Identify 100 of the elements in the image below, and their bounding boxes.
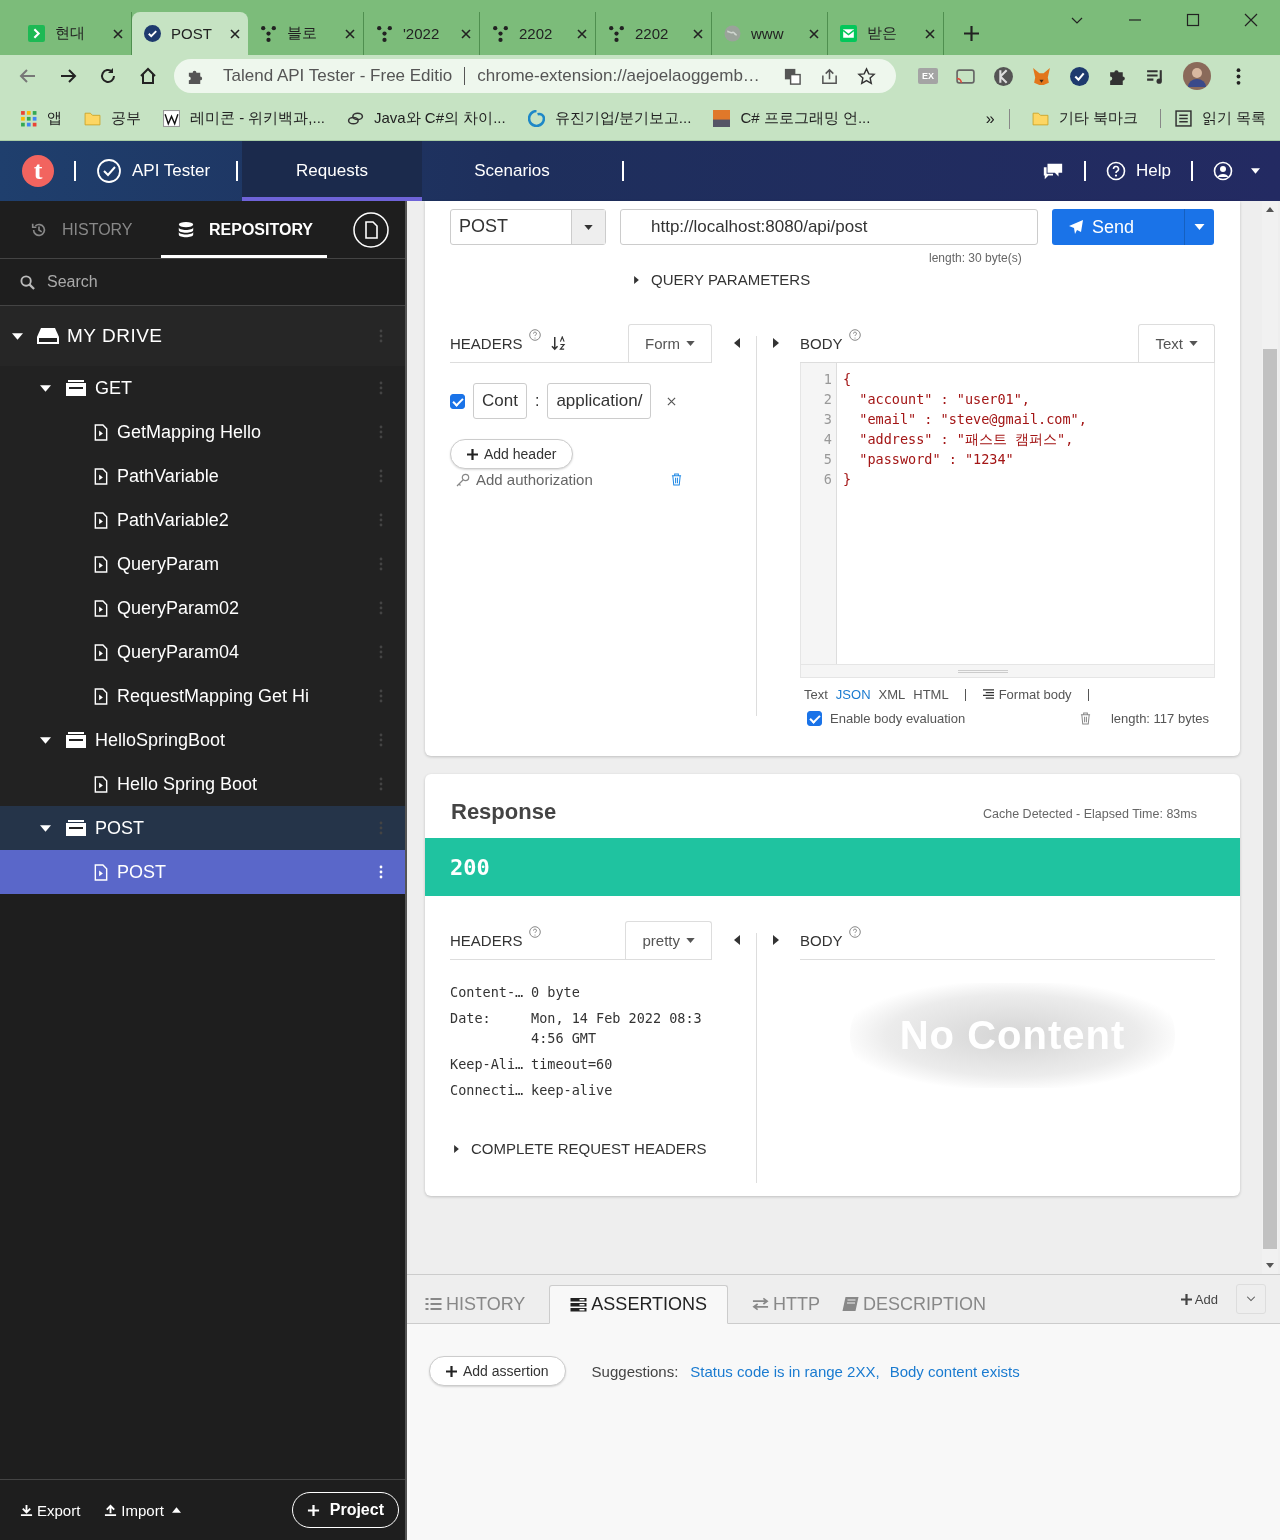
maximize-icon[interactable] [1186, 13, 1200, 27]
checkbox[interactable] [450, 393, 465, 409]
format-body-button[interactable]: Format body [981, 687, 1072, 702]
folder-item[interactable]: POST [0, 806, 405, 850]
caret-icon[interactable] [12, 330, 23, 342]
avatar[interactable] [1183, 62, 1211, 90]
mode-dropdown[interactable]: pretty [625, 921, 712, 959]
header-value-field[interactable]: application/ [547, 383, 652, 419]
browser-tab[interactable]: POST [132, 12, 248, 55]
nav-tab[interactable]: Scenarios [422, 141, 602, 201]
panel-tab[interactable]: ASSERTIONS [549, 1285, 729, 1324]
sidebar-tab[interactable]: HISTORY [30, 201, 161, 258]
request-item[interactable]: QueryParam04 [0, 630, 405, 674]
trash-icon[interactable] [671, 473, 682, 486]
bookmark[interactable]: 유진기업/분기보고... [527, 109, 692, 128]
collapse-left-icon[interactable] [733, 935, 740, 945]
star-icon[interactable] [857, 66, 876, 86]
resize-handle[interactable] [801, 664, 1214, 677]
help-icon[interactable] [848, 329, 861, 341]
fox-icon[interactable] [1031, 65, 1052, 87]
bookmark[interactable]: Java와 C#의 차이... [347, 109, 506, 128]
close-icon[interactable] [925, 28, 935, 39]
sort-icon[interactable] [550, 335, 566, 351]
close-icon[interactable] [693, 28, 703, 39]
browser-tab[interactable]: www [712, 12, 828, 55]
browser-tab[interactable]: 블로 [248, 12, 364, 55]
caret-icon[interactable] [40, 734, 51, 746]
close-icon[interactable] [1244, 13, 1258, 27]
send-options-button[interactable] [1184, 209, 1214, 245]
add-authorization-link[interactable]: Add authorization [456, 471, 671, 488]
format-option[interactable]: JSON [835, 687, 871, 702]
folder-item[interactable]: MY DRIVE [0, 306, 405, 366]
bookmark[interactable]: 공부 [84, 109, 141, 128]
close-icon[interactable] [345, 28, 355, 39]
request-item[interactable]: PathVariable2 [0, 498, 405, 542]
help-link[interactable]: Help [1106, 161, 1171, 181]
bookmark[interactable]: 레미콘 - 위키백과,... [163, 109, 325, 128]
bookmark[interactable]: 기타 북마크 [1031, 109, 1138, 128]
format-option[interactable]: XML [878, 687, 906, 702]
send-button[interactable]: Send [1052, 209, 1184, 245]
close-icon[interactable] [230, 28, 240, 39]
add-assertion-button[interactable]: Add assertion [429, 1356, 566, 1386]
export-button[interactable]: Export [20, 1501, 81, 1519]
more-bookmarks-button[interactable]: » [985, 109, 995, 128]
caret-down-icon[interactable] [1251, 168, 1260, 174]
bookmark[interactable]: 읽기 목록 [1159, 109, 1266, 128]
expand-right-icon[interactable] [772, 935, 779, 945]
suggestion-link[interactable]: Status code is in range 2XX, [690, 1362, 880, 1380]
caret-icon[interactable] [40, 822, 51, 834]
request-item[interactable]: QueryParam [0, 542, 405, 586]
bookmark[interactable]: 앱 [20, 109, 62, 128]
share-icon[interactable] [820, 66, 839, 86]
add-header-button[interactable]: Add header [450, 439, 574, 469]
mode-dropdown[interactable]: Text [1138, 324, 1215, 362]
home-icon[interactable] [138, 66, 158, 86]
translate-icon[interactable] [783, 66, 802, 86]
reload-icon[interactable] [98, 66, 118, 86]
close-icon[interactable] [667, 396, 677, 406]
bookmark[interactable]: C# 프로그래밍 언... [713, 109, 871, 128]
format-option[interactable]: Text [804, 687, 828, 702]
close-icon[interactable] [113, 28, 123, 39]
close-icon[interactable] [461, 28, 471, 39]
code-editor[interactable]: 1 2 3 4 5 6 { "account" : "user01", "email" : "steve@gmail.com", "address" : "패스트 캠퍼스", "password" : "1234" } [800, 363, 1215, 678]
suggestion-link[interactable]: Body content exists [889, 1362, 1020, 1380]
complete-request-headers-toggle[interactable]: COMPLETE REQUEST HEADERS [454, 1140, 712, 1157]
import-button[interactable]: Import [104, 1501, 181, 1519]
address-bar[interactable]: Talend API Tester - Free Editio chrome-extension://aejoelaoggemb… [174, 59, 896, 93]
close-icon[interactable] [809, 28, 819, 39]
checkbox[interactable] [807, 711, 822, 726]
plus-icon[interactable] [964, 26, 979, 41]
url-field[interactable]: http://localhost:8080/api/post [620, 209, 1038, 245]
help-icon[interactable] [848, 926, 861, 938]
close-icon[interactable] [577, 28, 587, 39]
request-item[interactable]: Hello Spring Boot [0, 762, 405, 806]
mode-dropdown[interactable]: Form [628, 324, 712, 362]
request-item[interactable]: POST [0, 850, 405, 894]
new-document-icon[interactable] [353, 211, 389, 248]
collapse-left-icon[interactable] [733, 338, 740, 348]
user-icon[interactable] [1213, 161, 1233, 181]
method-dropdown[interactable]: POST [450, 209, 606, 245]
more-icon[interactable] [379, 865, 383, 879]
query-parameters-toggle[interactable]: QUERY PARAMETERS [634, 271, 1215, 288]
request-item[interactable]: QueryParam02 [0, 586, 405, 630]
chat-icon[interactable] [1042, 161, 1065, 181]
folder-item[interactable]: GET [0, 366, 405, 410]
scroll-down-icon[interactable] [1266, 1263, 1274, 1268]
request-item[interactable]: RequestMapping Get Hi [0, 674, 405, 718]
header-name-field[interactable]: Cont [473, 383, 527, 419]
search-field[interactable]: Search [45, 272, 349, 292]
caret-icon[interactable] [40, 382, 51, 394]
expand-right-icon[interactable] [772, 338, 779, 348]
browser-tab[interactable]: '2022 [364, 12, 480, 55]
scroll-up-icon[interactable] [1266, 207, 1274, 212]
nav-tab[interactable]: Requests [242, 141, 422, 201]
help-icon[interactable] [528, 329, 541, 341]
browser-tab[interactable]: 2202 [596, 12, 712, 55]
sidebar-tab[interactable]: REPOSITORY [161, 201, 328, 258]
help-icon[interactable] [528, 926, 541, 938]
format-option[interactable]: HTML [913, 687, 949, 702]
trash-icon[interactable] [1079, 712, 1091, 725]
